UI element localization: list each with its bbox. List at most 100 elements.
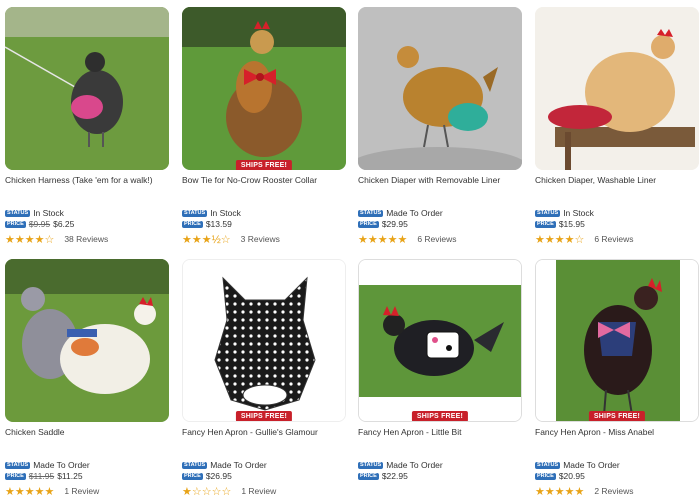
star-rating-icon: ★★★★★ — [358, 233, 408, 246]
product-card[interactable]: Chicken Diaper, Washable Liner STATUS In… — [535, 7, 699, 246]
product-title[interactable]: Fancy Hen Apron - Little Bit — [358, 426, 522, 454]
price-line: PRICE $29.95 — [358, 219, 522, 230]
product-image[interactable] — [535, 7, 699, 170]
stock-status: STATUS Made To Order — [182, 460, 346, 471]
product-title[interactable]: Chicken Diaper, Washable Liner — [535, 174, 699, 202]
price-badge: PRICE — [182, 473, 203, 480]
hen-apron-little-bit-photo — [359, 260, 521, 421]
price: $26.95 — [205, 471, 232, 481]
price-line: PRICE $15.95 — [535, 219, 699, 230]
rating[interactable]: ★★★½☆ 3 Reviews — [182, 233, 346, 246]
price: $22.95 — [381, 471, 408, 481]
status-badge: STATUS — [535, 462, 561, 469]
price: $15.95 — [558, 219, 585, 229]
product-card[interactable]: Chicken Diaper with Removable Liner STAT… — [358, 7, 522, 246]
review-count[interactable]: 6 Reviews — [594, 234, 633, 244]
star-rating-icon: ★★★★★ — [5, 485, 55, 498]
star-rating-icon: ★☆☆☆☆ — [182, 485, 232, 498]
hen-apron-gullies-glamour-photo — [183, 260, 345, 421]
rating[interactable]: ★☆☆☆☆ 1 Review — [182, 485, 346, 498]
rating[interactable]: ★★★★☆ 38 Reviews — [5, 233, 169, 246]
review-count[interactable]: 1 Review — [241, 486, 276, 496]
price-line: PRICE $9.95 $6.25 — [5, 219, 169, 230]
price-badge: PRICE — [5, 221, 26, 228]
product-title[interactable]: Chicken Diaper with Removable Liner — [358, 174, 522, 202]
review-count[interactable]: 38 Reviews — [64, 234, 108, 244]
price-badge: PRICE — [182, 221, 203, 228]
status-text: Made To Order — [386, 208, 443, 218]
product-image[interactable] — [5, 259, 169, 422]
product-card[interactable]: SHIPS FREE! Fancy Hen Apron - Gullie's G… — [182, 259, 346, 498]
stock-status: STATUS In Stock — [535, 208, 699, 219]
product-grid: Chicken Harness (Take 'em for a walk!) S… — [0, 0, 700, 503]
price-line: PRICE $11.95 $11.25 — [5, 471, 169, 482]
product-image[interactable]: SHIPS FREE! — [535, 259, 699, 422]
stock-status: STATUS Made To Order — [5, 460, 169, 471]
price-line: PRICE $20.95 — [535, 471, 699, 482]
rooster-bowtie-photo — [182, 7, 346, 170]
status-text: Made To Order — [386, 460, 443, 470]
status-badge: STATUS — [5, 210, 31, 217]
price-badge: PRICE — [535, 473, 556, 480]
star-rating-icon: ★★★★★ — [535, 485, 585, 498]
hen-apron-miss-anabel-photo — [536, 260, 698, 421]
status-badge: STATUS — [182, 462, 208, 469]
star-rating-icon: ★★★★☆ — [535, 233, 585, 246]
ships-free-badge: SHIPS FREE! — [411, 411, 469, 421]
price: $29.95 — [381, 219, 408, 229]
price-badge: PRICE — [358, 221, 379, 228]
chicken-saddle-photo — [5, 259, 169, 422]
price-line: PRICE $22.95 — [358, 471, 522, 482]
product-title[interactable]: Fancy Hen Apron - Miss Anabel — [535, 426, 699, 454]
product-title[interactable]: Chicken Harness (Take 'em for a walk!) — [5, 174, 169, 202]
review-count[interactable]: 1 Review — [64, 486, 99, 496]
product-image[interactable] — [358, 7, 522, 170]
status-text: Made To Order — [563, 460, 620, 470]
product-card[interactable]: SHIPS FREE! Bow Tie for No-Crow Rooster … — [182, 7, 346, 246]
rating[interactable]: ★★★★★ 1 Review — [5, 485, 169, 498]
old-price: $9.95 — [28, 219, 51, 229]
product-image[interactable]: SHIPS FREE! — [182, 7, 346, 170]
status-text: In Stock — [33, 208, 64, 218]
chicken-harness-photo — [5, 7, 169, 170]
status-text: Made To Order — [33, 460, 90, 470]
ships-free-badge: SHIPS FREE! — [588, 411, 646, 421]
product-title[interactable]: Fancy Hen Apron - Gullie's Glamour — [182, 426, 346, 454]
product-card[interactable]: Chicken Harness (Take 'em for a walk!) S… — [5, 7, 169, 246]
status-badge: STATUS — [5, 462, 31, 469]
price: $20.95 — [558, 471, 585, 481]
rating[interactable]: ★★★★★ 2 Reviews — [535, 485, 699, 498]
product-title[interactable]: Bow Tie for No-Crow Rooster Collar — [182, 174, 346, 202]
product-image[interactable]: SHIPS FREE! — [182, 259, 346, 422]
price: $11.25 — [57, 471, 83, 481]
ships-free-badge: SHIPS FREE! — [235, 160, 293, 170]
star-rating-icon: ★★★★☆ — [5, 233, 55, 246]
status-badge: STATUS — [535, 210, 561, 217]
review-count[interactable]: 3 Reviews — [241, 234, 280, 244]
product-card[interactable]: SHIPS FREE! Fancy Hen Apron - Little Bit… — [358, 259, 522, 482]
status-text: Made To Order — [210, 460, 267, 470]
chicken-diaper-liner-photo — [358, 7, 522, 170]
price: $6.25 — [53, 219, 75, 229]
product-title[interactable]: Chicken Saddle — [5, 426, 169, 454]
price-line: PRICE $26.95 — [182, 471, 346, 482]
product-image[interactable]: SHIPS FREE! — [358, 259, 522, 422]
status-badge: STATUS — [358, 210, 384, 217]
product-card[interactable]: SHIPS FREE! Fancy Hen Apron - Miss Anabe… — [535, 259, 699, 498]
product-image[interactable] — [5, 7, 169, 170]
review-count[interactable]: 6 Reviews — [417, 234, 456, 244]
price: $13.59 — [205, 219, 232, 229]
stock-status: STATUS In Stock — [182, 208, 346, 219]
stock-status: STATUS Made To Order — [358, 208, 522, 219]
stock-status: STATUS In Stock — [5, 208, 169, 219]
product-card[interactable]: Chicken Saddle STATUS Made To Order PRIC… — [5, 259, 169, 498]
status-text: In Stock — [563, 208, 594, 218]
rating[interactable]: ★★★★☆ 6 Reviews — [535, 233, 699, 246]
stock-status: STATUS Made To Order — [358, 460, 522, 471]
price-badge: PRICE — [5, 473, 26, 480]
ships-free-badge: SHIPS FREE! — [235, 411, 293, 421]
rating[interactable]: ★★★★★ 6 Reviews — [358, 233, 522, 246]
stock-status: STATUS Made To Order — [535, 460, 699, 471]
star-rating-icon: ★★★½☆ — [182, 233, 231, 246]
review-count[interactable]: 2 Reviews — [594, 486, 633, 496]
